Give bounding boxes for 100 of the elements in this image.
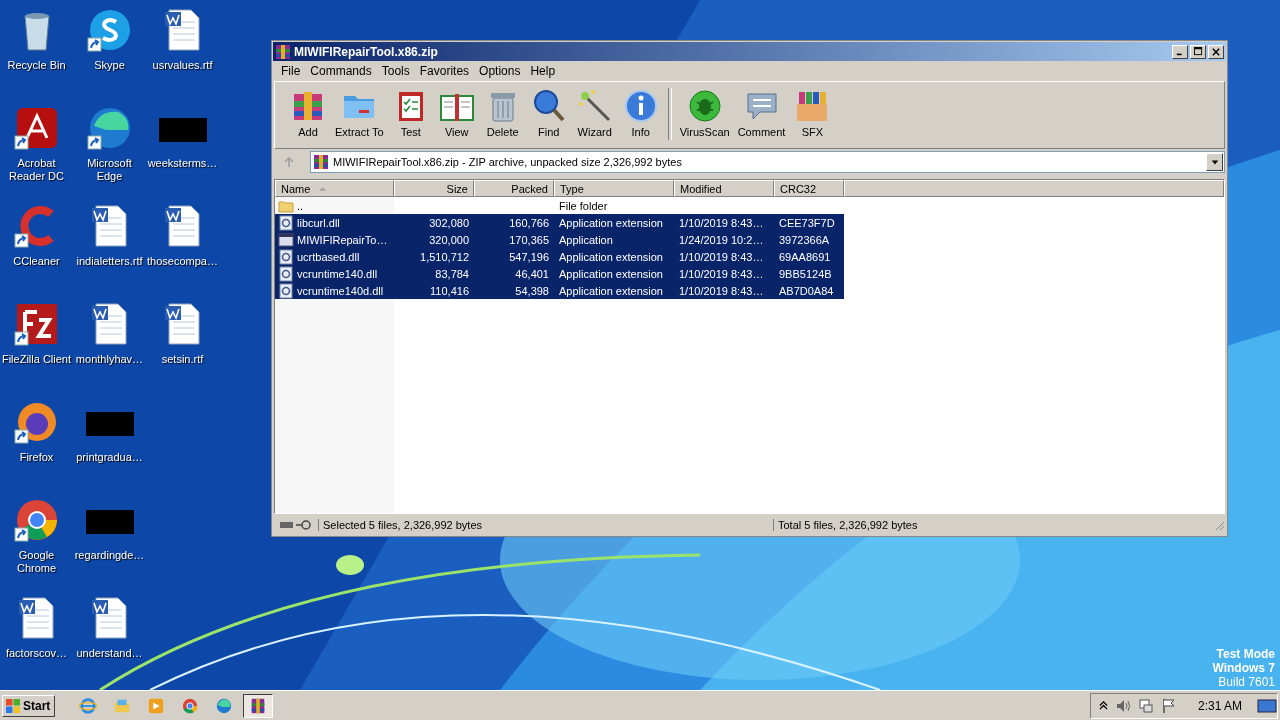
close-button[interactable] — [1208, 44, 1224, 59]
up-arrow-icon — [283, 156, 295, 168]
icon-label: setsin.rtf — [161, 353, 204, 366]
watermark-text: Test Mode — [1216, 647, 1275, 661]
table-cell: CEE73F7D — [779, 216, 835, 229]
icon-label: Skype — [94, 59, 125, 72]
archive-icon — [313, 154, 329, 170]
file-row[interactable]: MIWIFIRepairTo… 320,000 170,365 Application 1/24/2019 10:2… 3972366A — [275, 231, 844, 248]
network-icon[interactable] — [1137, 697, 1154, 714]
start-button[interactable]: Start — [2, 694, 56, 717]
bug-icon — [686, 88, 723, 124]
icon-label: printgradua… — [76, 451, 143, 464]
dropdown-button[interactable] — [1206, 153, 1223, 171]
maximize-icon — [1193, 47, 1203, 56]
table-cell: Application extension — [559, 216, 663, 229]
toolbar-button[interactable]: Comment — [733, 88, 790, 138]
icon-label: factorscov… — [5, 647, 68, 660]
file-row[interactable]: .. File folder — [275, 197, 844, 214]
table-cell: Application — [559, 233, 613, 246]
table-cell: 9BB5124B — [779, 267, 832, 280]
toolbar-button[interactable]: VirusScan — [675, 88, 734, 138]
menu-item[interactable]: Tools — [376, 64, 415, 78]
table-cell: Application extension — [559, 284, 663, 297]
table-cell: 1/10/2019 8:43… — [679, 284, 764, 297]
column-header[interactable]: Name — [275, 180, 394, 197]
path-field[interactable]: MIWIFIRepairTool.x86.zip - ZIP archive, unpacked size 2,326,992 bytes — [310, 151, 1225, 173]
caret-icon — [1210, 158, 1219, 166]
flag-icon[interactable] — [1160, 697, 1177, 714]
menu-item[interactable]: Favorites — [414, 64, 475, 78]
toolbar-button[interactable]: Add — [285, 88, 331, 138]
icon-label: understand… — [76, 647, 143, 660]
minimize-button[interactable] — [1172, 44, 1188, 59]
maximize-button[interactable] — [1190, 44, 1206, 59]
table-cell: 320,000 — [429, 233, 469, 246]
table-cell: Application extension — [559, 267, 663, 280]
column-header[interactable]: Type — [554, 180, 674, 197]
windows-logo — [5, 697, 21, 714]
column-header[interactable]: CRC32 — [774, 180, 844, 197]
menu-item[interactable]: Help — [525, 64, 561, 78]
file-row[interactable]: ucrtbased.dll 1,510,712 547,196 Application extension 1/10/2019 8:43… 69AA8691 — [275, 248, 844, 265]
chevron-up-icon[interactable] — [1098, 700, 1108, 711]
watermark-text: Build 7601 — [1218, 675, 1275, 689]
icon-label: FileZilla Client — [1, 353, 72, 366]
icon-label: weeksterms… — [147, 157, 218, 170]
file-row[interactable]: vcruntime140d.dll 110,416 54,398 Application extension 1/10/2019 8:43… AB7D0A84 — [275, 282, 844, 299]
resize-grip-icon — [1213, 519, 1225, 531]
icon-label: regardingde… — [74, 549, 145, 562]
table-cell: 160,766 — [509, 216, 549, 229]
drive-key-icon — [279, 519, 313, 531]
icon-label: Microsoft Edge — [86, 157, 133, 183]
play-icon — [147, 696, 166, 715]
table-cell: 54,398 — [515, 284, 549, 297]
table-cell: AB7D0A84 — [779, 284, 834, 297]
toolbar-button[interactable]: Test — [387, 88, 434, 138]
toolbar-button[interactable]: View — [433, 88, 480, 138]
menu-item[interactable]: File — [276, 64, 306, 78]
toolbar-button[interactable]: Find — [525, 88, 572, 138]
table-cell: 1/10/2019 8:43… — [679, 250, 764, 263]
table-cell: 1,510,712 — [420, 250, 469, 263]
browser-icon — [215, 696, 234, 715]
table-cell: 69AA8691 — [779, 250, 831, 263]
toolbar-button[interactable]: SFX — [789, 88, 836, 138]
gear-file-icon — [278, 214, 294, 231]
column-header[interactable]: Size — [394, 180, 474, 197]
clock[interactable]: 2:31 AM — [1197, 698, 1242, 713]
file-row[interactable]: libcurl.dll 302,080 160,766 Application extension 1/10/2019 8:43… CEE73F7D — [275, 214, 844, 231]
column-header[interactable]: Packed — [474, 180, 554, 197]
toolbar-button[interactable]: Extract To — [331, 88, 388, 138]
desktop-icon[interactable] — [1257, 697, 1277, 714]
table-cell: 1/10/2019 8:43… — [679, 216, 764, 229]
toolbar-button[interactable]: Wizard — [571, 88, 618, 138]
application-icon — [278, 231, 294, 248]
taskbar-button[interactable] — [243, 693, 274, 718]
column-header[interactable]: Modified — [674, 180, 774, 197]
gear-file-icon — [278, 282, 294, 299]
gear-file-icon — [278, 265, 294, 282]
table-cell: 46,401 — [515, 267, 549, 280]
table-cell: 3972366A — [779, 233, 830, 246]
menu-item[interactable]: Options — [474, 64, 526, 78]
status-text: Selected 5 files, 2,326,992 bytes — [318, 519, 773, 531]
table-cell: 83,784 — [435, 267, 469, 280]
table-cell: File folder — [559, 199, 608, 212]
archive-icon — [275, 43, 291, 60]
table-cell: Application extension — [559, 250, 663, 263]
menu-item[interactable]: Commands — [305, 64, 377, 78]
browser-icon — [181, 696, 200, 715]
wand-icon — [576, 88, 613, 124]
close-icon — [1212, 47, 1220, 56]
info-icon — [622, 88, 659, 124]
icon-label: Google Chrome — [15, 549, 58, 575]
table-cell: 1/24/2019 10:2… — [679, 233, 764, 246]
toolbar-button[interactable]: Info — [617, 88, 664, 138]
toolbar-button[interactable]: Delete — [479, 88, 526, 138]
file-row[interactable]: vcruntime140.dll 83,784 46,401 Application extension 1/10/2019 8:43… 9BB5124B — [275, 265, 844, 282]
table-cell: MIWIFIRepairTo… — [297, 233, 388, 246]
table-cell: ucrtbased.dll — [297, 250, 360, 263]
window-title: MIWIFIRepairTool.x86.zip — [294, 44, 439, 59]
table-cell: libcurl.dll — [297, 216, 340, 229]
icon-label: usrvalues.rtf — [152, 59, 213, 72]
table-cell: 547,196 — [509, 250, 549, 263]
